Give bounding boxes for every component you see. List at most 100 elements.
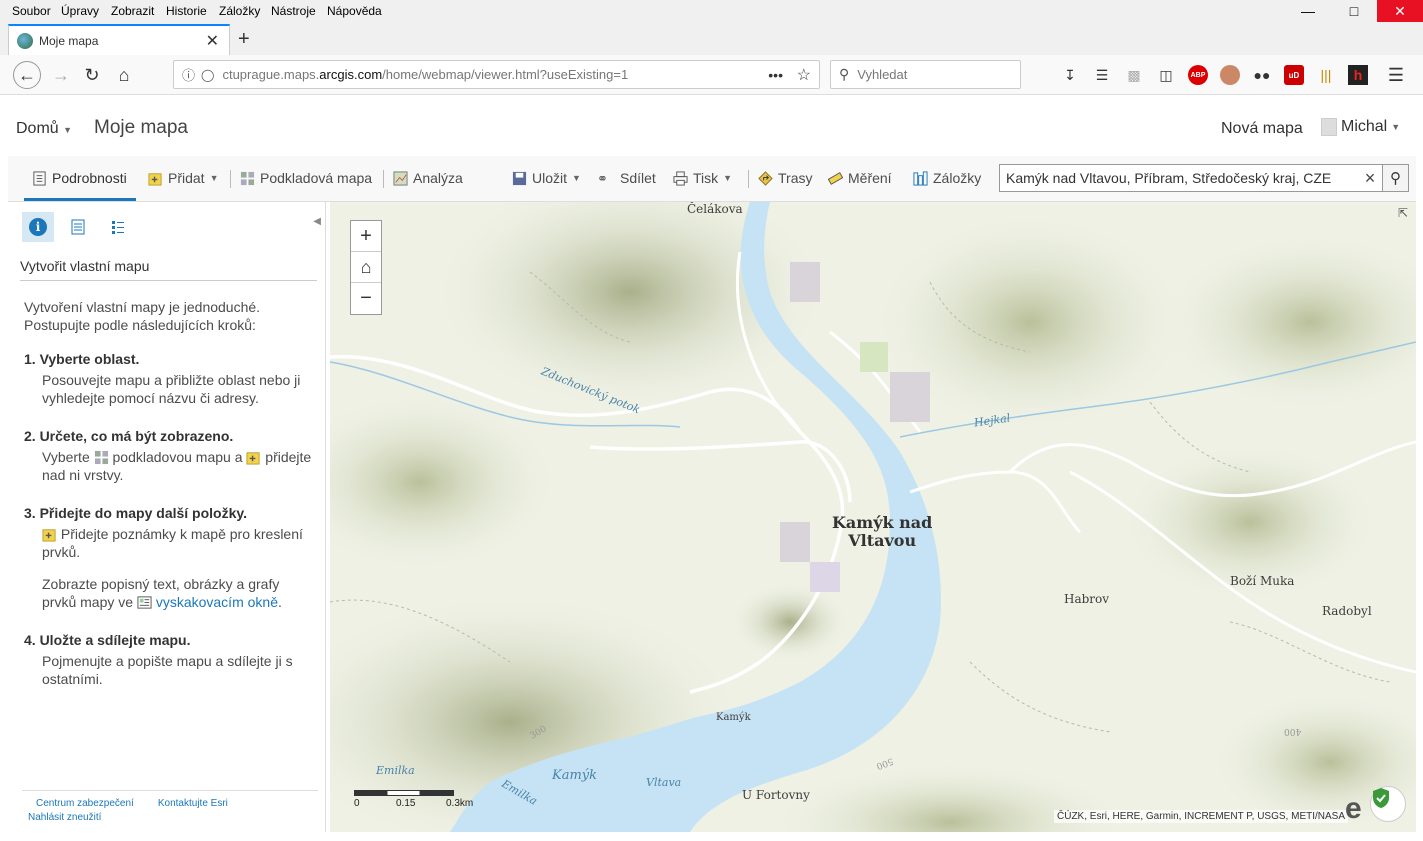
hamburger-menu-icon[interactable]: ☰: [1386, 65, 1406, 85]
security-shield-icon[interactable]: [1370, 786, 1406, 822]
add-layer-icon: [246, 452, 260, 465]
content-list-icon: [71, 219, 85, 235]
contact-esri-link[interactable]: Kontaktujte Esri: [158, 798, 228, 809]
zoom-control: + ⌂ −: [350, 220, 382, 315]
basemap-button[interactable]: Podkladová mapa: [240, 170, 372, 186]
library-icon[interactable]: ☰: [1092, 65, 1112, 85]
place-label-kamyk-nad-vltavou: Kamýk nad Vltavou: [832, 513, 933, 550]
monkey-icon[interactable]: [1220, 65, 1240, 85]
page-title: Moje mapa: [94, 117, 188, 138]
about-tab[interactable]: i: [22, 212, 54, 242]
info-icon: i: [29, 218, 47, 236]
map-view[interactable]: + ⌂ − ⇱ Čelákova Kamýk nad Vltavou Habrov…: [330, 202, 1416, 832]
lock-icon[interactable]: ▩: [1124, 65, 1144, 85]
menu-historie[interactable]: Historie: [166, 4, 207, 18]
location-search-input[interactable]: Kamýk nad Vltavou, Příbram, Středočeský …: [1000, 170, 1358, 186]
active-tab-indicator: [24, 198, 136, 201]
measure-ruler-icon: [828, 171, 843, 185]
step-3-text: Přidejte poznámky k mapě pro kreslení pr…: [42, 526, 303, 560]
menu-upravy[interactable]: Úpravy: [61, 4, 99, 18]
step-4-text: Pojmenujte a popište mapu a sdílejte ji …: [42, 653, 293, 687]
info-icon[interactable]: ⓘ: [182, 65, 195, 84]
new-map-button[interactable]: Nová mapa: [1221, 120, 1303, 138]
page-actions-icon[interactable]: •••: [768, 67, 783, 83]
back-button[interactable]: ←: [13, 61, 41, 89]
extension-dots-icon[interactable]: ●●: [1252, 65, 1272, 85]
url-bar[interactable]: ⓘ ◯ ctuprague.maps. arcgis.com/home/webma…: [173, 60, 820, 89]
collapse-panel-icon[interactable]: ◀: [313, 216, 321, 227]
legend-icon: [112, 221, 124, 234]
tracking-shield-icon[interactable]: ◯: [201, 68, 214, 82]
url-path: /home/webmap/viewer.html?useExisting=1: [382, 67, 629, 82]
save-button[interactable]: Uložit ▼: [512, 170, 581, 186]
browser-search-placeholder: Vyhledat: [857, 67, 908, 82]
analysis-button[interactable]: Analýza: [393, 170, 463, 186]
new-tab-button[interactable]: +: [238, 28, 250, 51]
popup-link[interactable]: vyskakovacím okně: [156, 594, 278, 610]
tab-title: Moje mapa: [39, 33, 99, 48]
popup-icon: [137, 596, 152, 609]
place-label-celakova: Čelákova: [687, 202, 743, 216]
basemap-grid-icon: [240, 171, 255, 185]
minimize-button[interactable]: —: [1285, 0, 1331, 22]
browser-menubar: Soubor Úpravy Zobrazit Historie Záložky …: [0, 0, 1423, 22]
ublock-icon[interactable]: uD: [1284, 65, 1304, 85]
toolbar-divider: [230, 170, 231, 188]
search-button[interactable]: ⚲: [1382, 165, 1408, 191]
bookmarks-button[interactable]: Záložky: [913, 170, 981, 186]
user-menu[interactable]: Michal ▼: [1321, 118, 1400, 136]
directions-button[interactable]: Trasy: [758, 170, 812, 186]
menu-zobrazit[interactable]: Zobrazit: [111, 4, 154, 18]
arcgis-page: Domů ▼ Moje mapa Nová mapa Michal ▼ Podro…: [8, 96, 1416, 836]
place-label-bozi-muka: Boží Muka: [1230, 574, 1295, 588]
contour-label: 400: [1284, 726, 1302, 736]
menu-zalozky[interactable]: Záložky: [219, 4, 260, 18]
forward-button[interactable]: →: [47, 61, 75, 89]
menu-nastroje[interactable]: Nástroje: [271, 4, 316, 18]
intro-text: Vytvoření vlastní mapy je jednoduché. Po…: [24, 299, 261, 333]
expand-map-icon[interactable]: ⇱: [1398, 206, 1408, 220]
details-button[interactable]: Podrobnosti: [32, 170, 127, 186]
building-area: [790, 262, 820, 302]
home-icon: ⌂: [360, 256, 372, 277]
print-button[interactable]: Tisk ▼: [673, 170, 732, 186]
add-layer-icon: [148, 172, 162, 186]
h-extension-icon[interactable]: h: [1348, 65, 1368, 85]
browser-tab[interactable]: Moje mapa ✕: [8, 24, 230, 55]
adblock-icon[interactable]: ABP: [1188, 65, 1208, 85]
details-panel: i ◀ Vytvořit vlastní mapu Vytvoření vlas…: [12, 202, 326, 832]
home-button[interactable]: ⌂: [110, 61, 138, 89]
close-window-button[interactable]: ✕: [1377, 0, 1423, 22]
meter-icon[interactable]: |||: [1316, 65, 1336, 85]
zoom-out-button[interactable]: −: [351, 283, 381, 314]
reload-button[interactable]: ↻: [78, 61, 106, 89]
add-button[interactable]: Přidat ▼: [148, 170, 219, 186]
clear-search-icon[interactable]: ×: [1358, 168, 1382, 189]
share-button[interactable]: ⚭ Sdílet: [597, 170, 656, 186]
tab-strip: Moje mapa ✕ +: [0, 22, 1423, 55]
report-abuse-link[interactable]: Nahlásit zneužití: [28, 812, 101, 823]
zoom-in-button[interactable]: +: [351, 221, 381, 252]
esri-logo: e: [1345, 792, 1362, 825]
location-search[interactable]: Kamýk nad Vltavou, Příbram, Středočeský …: [999, 164, 1409, 192]
maximize-button[interactable]: □: [1331, 0, 1377, 22]
panel-footer: Centrum zabezpečení Kontaktujte Esri Nahl…: [22, 790, 318, 825]
measure-button[interactable]: Měření: [828, 170, 892, 186]
sidebar-icon[interactable]: ◫: [1156, 65, 1176, 85]
menu-napoveda[interactable]: Nápověda: [327, 4, 382, 18]
security-center-link[interactable]: Centrum zabezpečení: [36, 798, 134, 809]
download-icon[interactable]: ↧: [1060, 65, 1080, 85]
legend-tab[interactable]: [102, 212, 134, 242]
home-extent-button[interactable]: ⌂: [351, 252, 381, 283]
home-menu[interactable]: Domů ▼: [16, 120, 72, 138]
panel-heading: Vytvořit vlastní mapu: [20, 258, 317, 281]
shield-check-icon: [1373, 788, 1389, 808]
bookmark-star-icon[interactable]: ☆: [797, 65, 811, 85]
navigation-bar: ← → ↻ ⌂ ⓘ ◯ ctuprague.maps. arcgis.com/ho…: [0, 55, 1423, 95]
browser-search-field[interactable]: ⚲ Vyhledat: [830, 60, 1021, 89]
close-tab-icon[interactable]: ✕: [206, 31, 219, 51]
step-2-text: Vyberte podkladovou mapu a přidejte nad …: [42, 449, 312, 483]
menu-soubor[interactable]: Soubor: [12, 4, 51, 18]
content-tab[interactable]: [62, 212, 94, 242]
details-icon: [33, 170, 46, 186]
